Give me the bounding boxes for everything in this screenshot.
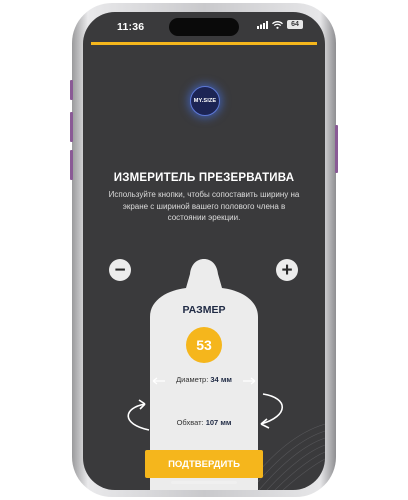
phone-screen: 11:36 64 MY.SIZE ИЗМЕРИТЕЛЬ ПРЕЗЕРВАТИВА… bbox=[83, 12, 325, 490]
volume-down-button bbox=[70, 150, 73, 180]
volume-up-button bbox=[70, 112, 73, 142]
size-value-badge: 53 bbox=[186, 327, 222, 363]
diameter-value: 34 мм bbox=[210, 375, 232, 384]
size-label: РАЗМЕР bbox=[182, 304, 226, 316]
action-button bbox=[70, 80, 73, 100]
girth-value: 107 мм bbox=[205, 418, 232, 427]
home-indicator[interactable] bbox=[171, 481, 237, 484]
confirm-button[interactable]: ПОДТВЕРДИТЬ bbox=[145, 450, 263, 478]
girth-readout: Обхват: 107 мм bbox=[83, 418, 325, 427]
girth-label: Обхват: bbox=[176, 418, 204, 427]
diameter-label: Диаметр: bbox=[176, 375, 209, 384]
diameter-readout: Диаметр: 34 мм bbox=[83, 375, 325, 384]
power-button bbox=[335, 125, 338, 173]
